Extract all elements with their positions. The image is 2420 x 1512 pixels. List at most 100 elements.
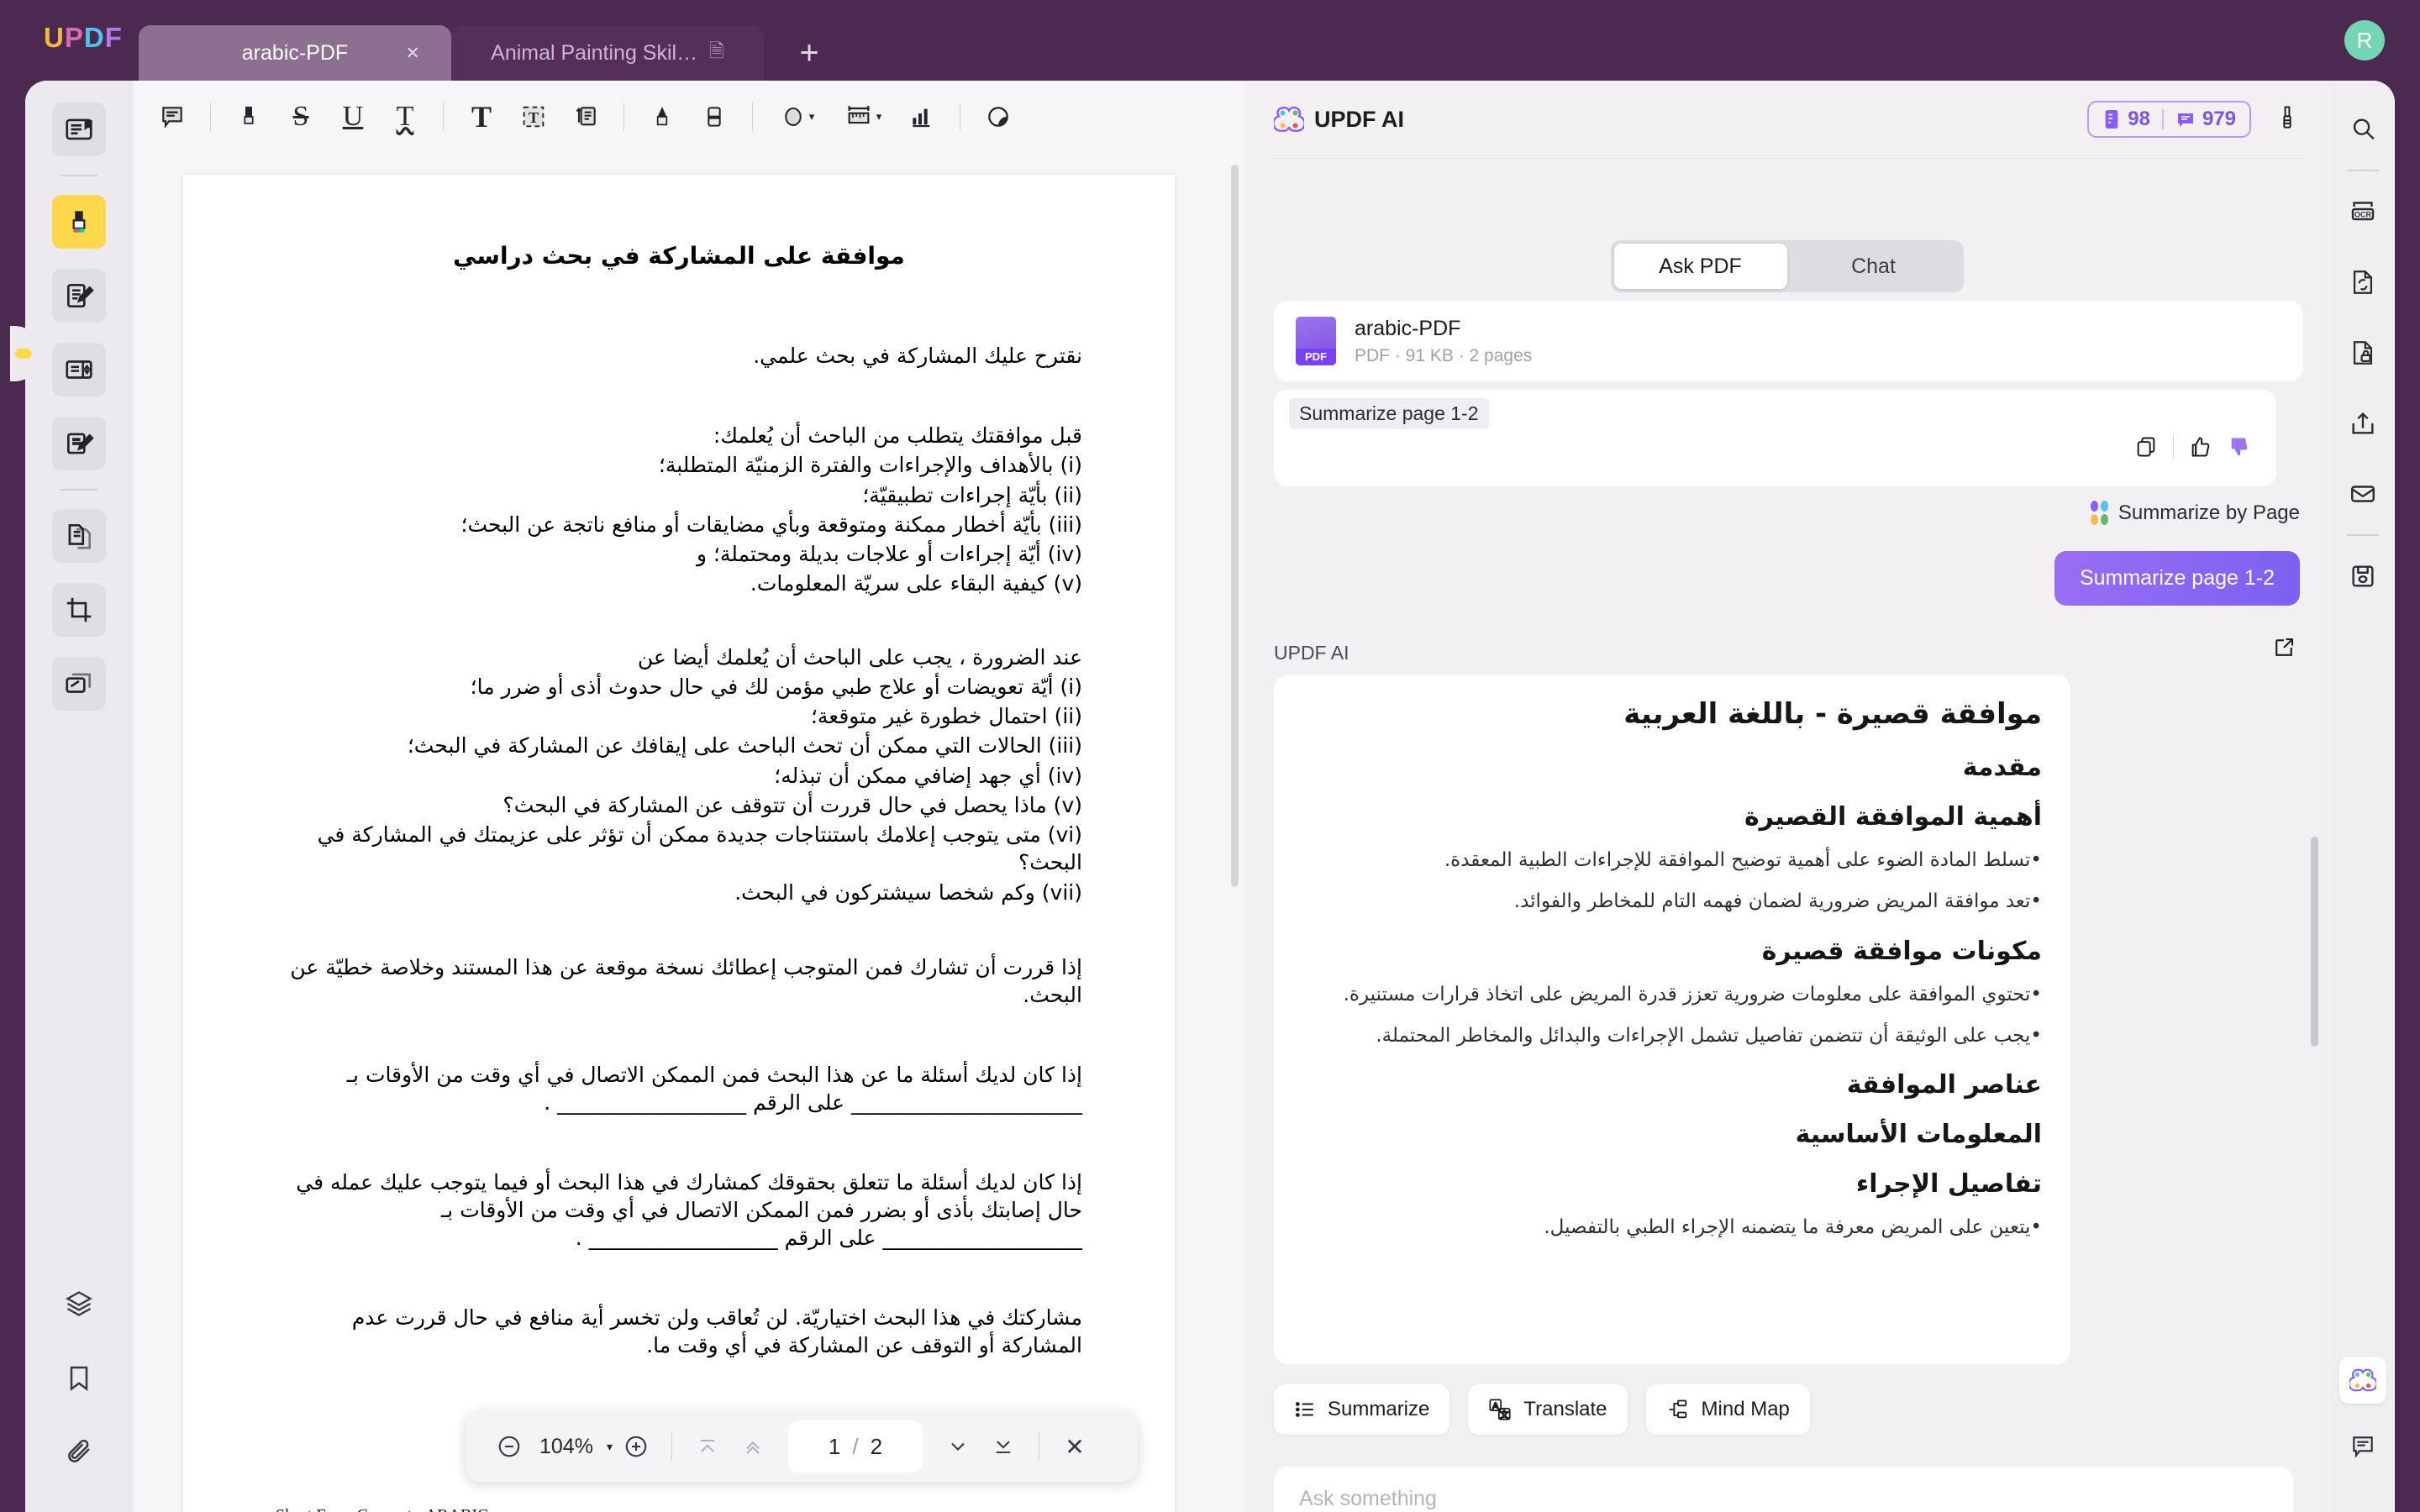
- sidebar-item-bookmarks[interactable]: [52, 1351, 106, 1404]
- sidebar-item-convert[interactable]: [52, 509, 106, 563]
- chart-stamp-button[interactable]: [897, 93, 946, 140]
- summarize-button[interactable]: Summarize: [1274, 1384, 1450, 1435]
- response-heading-components: مكونات موافقة قصيرة: [1761, 936, 2042, 966]
- page-indicator[interactable]: 1 / 2: [787, 1420, 923, 1473]
- response-bullet-3: •تحتوي الموافقة على معلومات ضرورية تعزز …: [1343, 983, 2042, 1005]
- response-heading-1: موافقة قصيرة - باللغة العربية: [1623, 697, 2042, 731]
- pdf-scrollbar[interactable]: [1231, 165, 1239, 887]
- sidebar-item-edit-pdf[interactable]: [52, 269, 106, 323]
- close-pagenav-button[interactable]: ✕: [1053, 1425, 1097, 1468]
- sidebar-item-save[interactable]: [2338, 552, 2387, 601]
- attached-file-card[interactable]: arabic-PDF PDF · 91 KB · 2 pages: [1274, 301, 2303, 381]
- close-icon[interactable]: ×: [406, 41, 419, 65]
- add-text-button[interactable]: T: [457, 93, 506, 140]
- sidebar-item-email[interactable]: [2338, 470, 2387, 518]
- last-page-button[interactable]: [981, 1425, 1025, 1468]
- four-dots-icon: [2090, 501, 2108, 525]
- callout-button[interactable]: [561, 93, 610, 140]
- ai-assistant-button[interactable]: [2338, 1357, 2386, 1404]
- tab-chat[interactable]: Chat: [1787, 244, 1960, 289]
- highlight-icon: [72, 211, 86, 233]
- thumbs-up-button[interactable]: [2189, 435, 2212, 459]
- sidebar-item-crop[interactable]: [52, 583, 106, 637]
- sidebar-item-ocr[interactable]: OCR: [2338, 187, 2387, 236]
- chevron-up-bar-icon: [700, 1439, 715, 1452]
- logo-letter-p: P: [64, 22, 84, 53]
- sidebar-item-batch[interactable]: [52, 657, 106, 711]
- translate-icon: A 文: [1489, 1399, 1511, 1420]
- previous-message-card: Summarize page 1-2: [1274, 390, 2276, 486]
- strikethrough-button[interactable]: S: [276, 93, 325, 140]
- ai-response-scrollbar[interactable]: [2311, 837, 2318, 1047]
- zoom-in-button[interactable]: [614, 1425, 658, 1468]
- new-tab-button[interactable]: +: [786, 25, 833, 81]
- ai-brush-button[interactable]: [2275, 105, 2300, 134]
- tab-ask-pdf[interactable]: Ask PDF: [1613, 244, 1787, 289]
- next-page-button[interactable]: [936, 1425, 980, 1468]
- right-sidebar: OCR: [2330, 81, 2395, 1512]
- credits-badge[interactable]: 98 979: [2087, 101, 2251, 138]
- shapes-button[interactable]: ▾: [766, 93, 829, 140]
- first-page-button[interactable]: [686, 1425, 729, 1468]
- pdf-page: موافقة على المشاركة في بحث دراسي نقترح ع…: [183, 175, 1175, 1512]
- response-bullet-2: •تعد موافقة المريض ضرورية لضمان فهمه الت…: [1513, 890, 2042, 913]
- tab-arabic-pdf[interactable]: arabic-PDF ×: [139, 25, 451, 81]
- sticky-note-button[interactable]: [148, 93, 197, 140]
- underline-button[interactable]: U: [329, 93, 377, 140]
- total-pages-value: 2: [870, 1433, 883, 1459]
- sidebar-item-layers[interactable]: [52, 1277, 106, 1331]
- pdf-paragraph-6: إذا كان لديك أسئلة ما تتعلق بحقوقك كمشار…: [296, 1169, 1082, 1250]
- pdf-heading: موافقة على المشاركة في بحث دراسي: [453, 242, 905, 270]
- squiggly-button[interactable]: T: [381, 93, 429, 140]
- sidebar-item-fill-sign[interactable]: [52, 417, 106, 470]
- fill-sign-icon: [66, 433, 94, 454]
- logo-letter-f: F: [104, 22, 123, 53]
- pencil-button[interactable]: [638, 93, 687, 140]
- sidebar-collapse-handle[interactable]: [10, 326, 42, 381]
- list-item: (v) ماذا يحصل في حال قررت أن تتوقف عن ال…: [502, 792, 1082, 817]
- highlighter-icon: [244, 107, 254, 124]
- ask-input-box[interactable]: Ask something: [1274, 1467, 2293, 1512]
- pdf-paragraph-7: مشاركتك في هذا البحث اختياريّة. لن تُعاق…: [351, 1305, 1082, 1357]
- zoom-out-button[interactable]: [487, 1425, 531, 1468]
- page-organize-icon: [66, 360, 92, 379]
- highlighter-button[interactable]: [224, 93, 273, 140]
- previous-page-button[interactable]: [731, 1425, 775, 1468]
- svg-text:OCR: OCR: [2354, 211, 2372, 219]
- current-page-value: 1: [828, 1433, 841, 1459]
- list-item: (iii) الحالات التي ممكن أن تحث الباحث عل…: [407, 733, 1082, 759]
- text-box-icon: T: [523, 106, 544, 128]
- thumbs-up-icon: [2191, 437, 2210, 457]
- text-box-button[interactable]: T: [509, 93, 558, 140]
- left-sidebar-bottom: [25, 1267, 133, 1488]
- chart-icon: [913, 108, 930, 128]
- app-window: UPDF arabic-PDF × Animal Painting Skills…: [0, 0, 2420, 1512]
- eraser-button[interactable]: [690, 93, 739, 140]
- thumbs-down-button[interactable]: [2228, 435, 2251, 459]
- summarize-by-page-tag[interactable]: Summarize by Page: [2090, 501, 2300, 525]
- stamp-icon: [988, 107, 1008, 127]
- tab-animal-painting[interactable]: Animal Painting Skills-ar 🗎: [451, 25, 764, 81]
- translate-button[interactable]: A 文 Translate: [1468, 1384, 1628, 1435]
- comments-list-button[interactable]: [2338, 1422, 2387, 1471]
- avatar[interactable]: R: [2344, 20, 2385, 60]
- copy-button[interactable]: [2134, 435, 2158, 459]
- sidebar-item-reader[interactable]: [52, 102, 106, 156]
- response-bullet-1: •تسلط المادة الضوء على أهمية توضيح الموا…: [1444, 849, 2042, 871]
- open-response-button[interactable]: [2271, 635, 2296, 660]
- sidebar-item-convert-file[interactable]: [2338, 258, 2387, 307]
- stamp-button[interactable]: [974, 93, 1023, 140]
- sidebar-item-protect[interactable]: [2338, 328, 2387, 377]
- sidebar-item-search[interactable]: [2338, 105, 2387, 154]
- sidebar-item-comment[interactable]: [52, 195, 106, 249]
- list-item: (iii) بأيّة أخطار ممكنة ومتوقعة وبأي مضا…: [460, 512, 1083, 537]
- sidebar-item-attachments[interactable]: [52, 1425, 106, 1478]
- zoom-level[interactable]: 104%: [539, 1435, 593, 1459]
- sidebar-item-share[interactable]: [2338, 399, 2387, 448]
- page-credit-value: 98: [2128, 108, 2150, 130]
- pdf-scroll-area[interactable]: موافقة على المشاركة في بحث دراسي نقترح ع…: [133, 153, 1244, 1512]
- mind-map-button[interactable]: Mind Map: [1645, 1384, 1810, 1435]
- sidebar-item-organize-pages[interactable]: [52, 343, 106, 396]
- measure-button[interactable]: ▾: [832, 93, 894, 140]
- chevron-down-icon[interactable]: ▾: [607, 1440, 613, 1454]
